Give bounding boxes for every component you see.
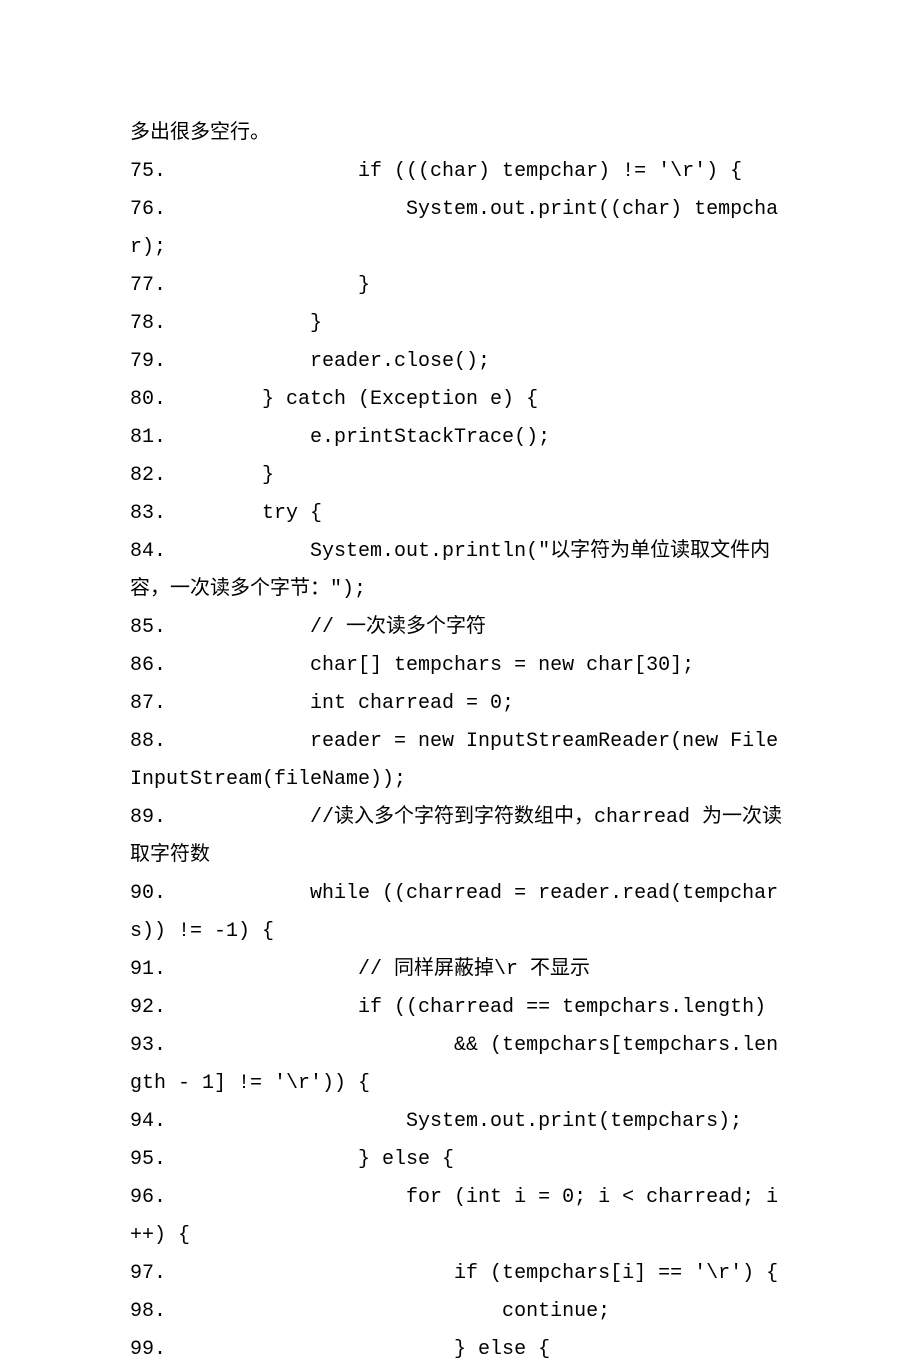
code-line: 76. System.out.print((char) tempchar); (130, 191, 790, 267)
code-line: 93. && (tempchars[tempchars.length - 1] … (130, 1027, 790, 1103)
code-line: 81. e.printStackTrace(); (130, 419, 790, 457)
code-line: 94. System.out.print(tempchars); (130, 1103, 790, 1141)
code-line: 89. //读入多个字符到字符数组中，charread 为一次读取字符数 (130, 799, 790, 875)
code-line: 75. if (((char) tempchar) != '\r') { (130, 153, 790, 191)
code-line: 99. } else { (130, 1331, 790, 1369)
code-line: 90. while ((charread = reader.read(tempc… (130, 875, 790, 951)
code-line: 95. } else { (130, 1141, 790, 1179)
code-line: 96. for (int i = 0; i < charread; i++) { (130, 1179, 790, 1255)
code-line: 97. if (tempchars[i] == '\r') { (130, 1255, 790, 1293)
code-line: 86. char[] tempchars = new char[30]; (130, 647, 790, 685)
code-line: 91. // 同样屏蔽掉\r 不显示 (130, 951, 790, 989)
code-line: 82. } (130, 457, 790, 495)
code-line: 77. } (130, 267, 790, 305)
code-line: 79. reader.close(); (130, 343, 790, 381)
code-line: 92. if ((charread == tempchars.length) (130, 989, 790, 1027)
code-line: 78. } (130, 305, 790, 343)
document-page: 多出很多空行。75. if (((char) tempchar) != '\r'… (0, 0, 920, 1369)
code-line: 98. continue; (130, 1293, 790, 1331)
code-line: 多出很多空行。 (130, 115, 790, 153)
code-line: 85. // 一次读多个字符 (130, 609, 790, 647)
code-line: 83. try { (130, 495, 790, 533)
code-line: 80. } catch (Exception e) { (130, 381, 790, 419)
code-line: 84. System.out.println("以字符为单位读取文件内容，一次读… (130, 533, 790, 609)
code-line: 87. int charread = 0; (130, 685, 790, 723)
code-line: 88. reader = new InputStreamReader(new F… (130, 723, 790, 799)
